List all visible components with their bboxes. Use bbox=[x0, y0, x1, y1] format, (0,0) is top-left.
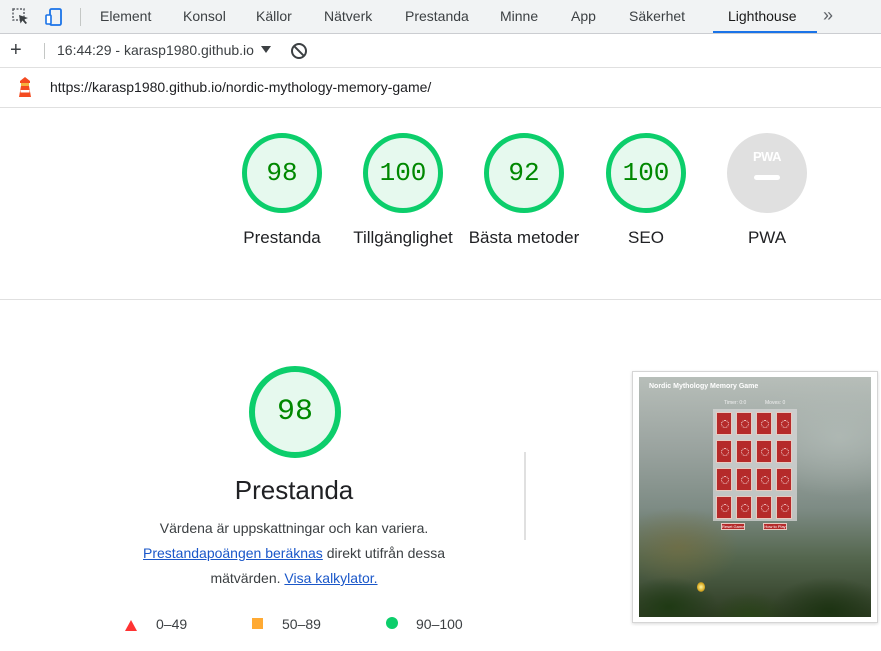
screenshot-timer: Timer: 0:0 bbox=[724, 400, 747, 406]
tab-security[interactable]: Säkerhet bbox=[629, 0, 685, 33]
gauge-label-pwa: PWA bbox=[747, 228, 787, 247]
game-card bbox=[776, 412, 792, 435]
legend-pass-circle-icon bbox=[386, 617, 398, 629]
game-card bbox=[716, 440, 732, 463]
game-card bbox=[776, 440, 792, 463]
game-card bbox=[736, 496, 752, 519]
screenshot-reset-button: Reset Game bbox=[721, 523, 745, 530]
screenshot-howto-button: How to Play bbox=[763, 523, 787, 530]
view-calculator-link[interactable]: Visa kalkylator. bbox=[284, 570, 377, 586]
tab-elements[interactable]: Element bbox=[100, 0, 151, 33]
gauge-performance[interactable]: 98 bbox=[242, 133, 322, 213]
lighthouse-toolbar: + 16:44:29 - karasp1980.github.io bbox=[0, 34, 881, 68]
game-card bbox=[756, 440, 772, 463]
game-card bbox=[756, 412, 772, 435]
game-card bbox=[776, 496, 792, 519]
report-url-bar: https://karasp1980.github.io/nordic-myth… bbox=[0, 68, 881, 108]
tab-lighthouse[interactable]: Lighthouse bbox=[728, 0, 797, 33]
legend-average-square-icon bbox=[252, 618, 263, 629]
game-card bbox=[776, 468, 792, 491]
game-card bbox=[716, 468, 732, 491]
screenshot-card-board bbox=[713, 409, 797, 521]
gauge-seo[interactable]: 100 bbox=[606, 133, 686, 213]
legend-average-label: 50–89 bbox=[282, 616, 321, 632]
game-card bbox=[756, 496, 772, 519]
device-toolbar-icon[interactable] bbox=[44, 7, 64, 27]
gauge-label-seo: SEO bbox=[628, 228, 664, 247]
screenshot-moves: Moves: 0 bbox=[765, 400, 786, 406]
game-card bbox=[756, 468, 772, 491]
chevron-double-right-icon[interactable]: » bbox=[823, 0, 833, 33]
screenshot-foliage bbox=[639, 547, 871, 617]
gauge-label-accessibility: Tillgänglighet bbox=[353, 228, 453, 247]
inspect-element-icon[interactable] bbox=[11, 7, 31, 27]
tab-console[interactable]: Konsol bbox=[183, 0, 226, 33]
tab-application[interactable]: App bbox=[571, 0, 596, 33]
devtools-tab-bar: Element Konsol Källor Nätverk Prestanda … bbox=[0, 0, 881, 34]
pwa-dash-icon bbox=[754, 175, 780, 180]
final-screenshot[interactable]: Nordic Mythology Memory Game Timer: 0:0 … bbox=[632, 371, 878, 623]
block-icon[interactable] bbox=[290, 42, 308, 65]
gauge-label-best-practices: Bästa metoder bbox=[468, 228, 580, 247]
caret-down-icon[interactable] bbox=[261, 46, 271, 53]
tab-sources[interactable]: Källor bbox=[256, 0, 292, 33]
legend-fail-label: 0–49 bbox=[156, 616, 188, 632]
toolbar-separator bbox=[80, 8, 81, 26]
game-card bbox=[736, 412, 752, 435]
active-tab-indicator bbox=[713, 31, 817, 33]
desc-line1: Värdena är uppskattningar och kan varier… bbox=[159, 520, 429, 536]
game-card bbox=[716, 412, 732, 435]
tab-memory[interactable]: Minne bbox=[500, 0, 538, 33]
legend-pass-label: 90–100 bbox=[416, 616, 463, 632]
vertical-separator bbox=[524, 452, 526, 540]
lighthouse-logo-icon bbox=[16, 76, 34, 103]
tab-network[interactable]: Nätverk bbox=[324, 0, 372, 33]
game-card bbox=[716, 496, 732, 519]
game-card bbox=[736, 468, 752, 491]
report-url: https://karasp1980.github.io/nordic-myth… bbox=[50, 79, 432, 95]
plus-icon[interactable]: + bbox=[10, 40, 22, 60]
screenshot-game-title: Nordic Mythology Memory Game bbox=[649, 383, 759, 390]
legend-fail-triangle-icon bbox=[125, 620, 137, 631]
report-select[interactable]: 16:44:29 - karasp1980.github.io bbox=[57, 34, 257, 67]
score-calculation-link[interactable]: Prestandapoängen beräknas bbox=[143, 545, 323, 561]
pwa-badge-text: PWA bbox=[752, 149, 782, 164]
toolbar-separator bbox=[44, 43, 45, 59]
gauge-label-performance: Prestanda bbox=[243, 228, 321, 247]
game-card bbox=[736, 440, 752, 463]
performance-description: Värdena är uppskattningar och kan varier… bbox=[124, 516, 464, 591]
screenshot-lantern bbox=[697, 582, 705, 592]
section-divider bbox=[0, 299, 881, 300]
gauge-pwa[interactable]: PWA bbox=[727, 133, 807, 213]
screenshot-image: Nordic Mythology Memory Game Timer: 0:0 … bbox=[639, 377, 871, 617]
gauge-best-practices[interactable]: 92 bbox=[484, 133, 564, 213]
performance-title: Prestanda bbox=[234, 475, 354, 505]
tab-performance[interactable]: Prestanda bbox=[405, 0, 469, 33]
performance-score-gauge: 98 bbox=[249, 366, 341, 458]
gauge-accessibility[interactable]: 100 bbox=[363, 133, 443, 213]
